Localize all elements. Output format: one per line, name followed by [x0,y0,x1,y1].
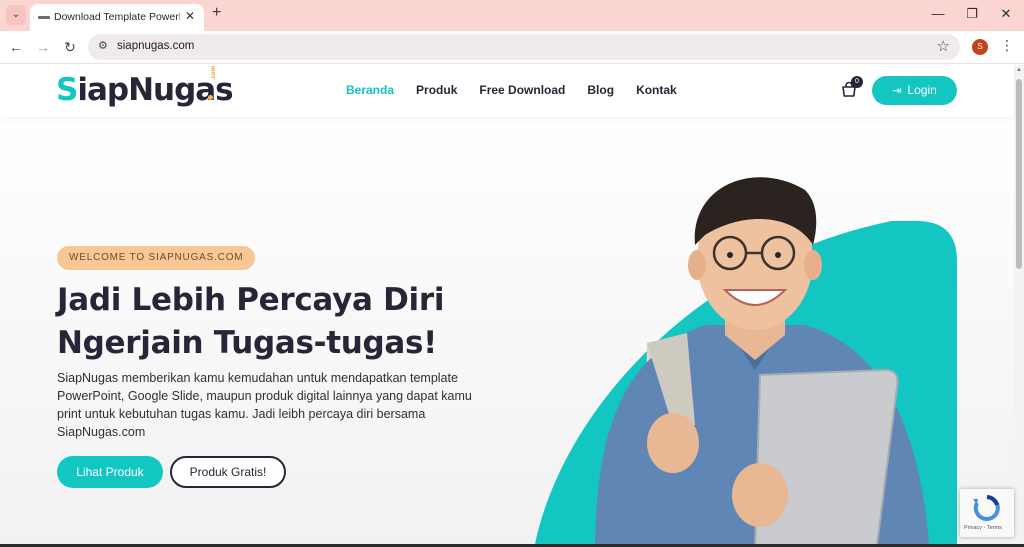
recaptcha-footer[interactable]: Privacy - Terms [964,525,1002,531]
restore-icon[interactable]: ❐ [962,6,982,22]
page-scrollbar[interactable]: ▲ [1014,65,1024,547]
main-nav: Beranda Produk Free Download Blog Kontak [346,83,699,97]
headline-line-2: Ngerjain Tugas-tugas! [57,325,438,361]
hero-description: SiapNugas memberikan kamu kemudahan untu… [57,371,472,439]
bookmark-star-icon[interactable]: ☆ [937,37,950,55]
login-icon: ⇥ [892,85,902,97]
nav-blog[interactable]: Blog [587,83,614,97]
view-products-button[interactable]: Lihat Produk [57,456,163,488]
minimize-icon[interactable]: — [928,6,948,21]
address-bar[interactable]: ⚙ siapnugas.com ☆ [88,34,960,60]
tab-search-chevron-icon[interactable]: ⌄ [6,5,26,25]
nav-produk[interactable]: Produk [416,83,457,97]
profile-avatar[interactable]: S [972,39,988,55]
browser-toolbar: ← → ↻ ⚙ siapnugas.com ☆ S ⋮ [0,31,1024,64]
recaptcha-logo-icon [973,495,1000,521]
nav-beranda[interactable]: Beranda [346,83,394,97]
url-text[interactable]: siapnugas.com [117,40,194,52]
browser-menu-icon[interactable]: ⋮ [1000,37,1014,54]
reload-icon[interactable]: ↻ [61,38,79,56]
free-products-button[interactable]: Produk Gratis! [170,456,286,488]
close-tab-icon[interactable]: ✕ [185,9,195,23]
hero-section: WELCOME TO SIAPNUGAS.COM Jadi Lebih Perc… [0,117,1014,547]
logo-suffix: .com [211,65,217,80]
favicon-icon [38,16,50,19]
scrollbar-thumb[interactable] [1016,79,1022,269]
recaptcha-badge[interactable]: Privacy - Terms [960,489,1014,537]
site-logo[interactable]: SiapNugas .com [56,66,234,110]
browser-tab[interactable]: Download Template PowerPoint ✕ [30,4,204,31]
cart-count-badge: 0 [851,76,863,88]
site-info-icon[interactable]: ⚙ [98,39,108,52]
login-label: Login [907,83,937,97]
close-window-icon[interactable]: ✕ [996,6,1016,22]
back-icon[interactable]: ← [7,38,25,56]
new-tab-icon[interactable]: + [212,4,221,22]
headline-line-1: Jadi Lebih Percaya Diri [57,282,445,318]
hero-student-image [595,177,930,547]
browser-tab-bar: ⌄ Download Template PowerPoint ✕ + — ❐ ✕ [0,0,1024,31]
logo-dot [208,95,213,100]
forward-icon[interactable]: → [34,38,52,56]
tab-title: Download Template PowerPoint [54,11,180,23]
logo-text: SiapNugas [56,72,234,108]
nav-kontak[interactable]: Kontak [636,83,677,97]
nav-free-download[interactable]: Free Download [479,83,565,97]
welcome-badge: WELCOME TO SIAPNUGAS.COM [57,246,256,270]
hero-headline: Jadi Lebih Percaya Diri Ngerjain Tugas-t… [57,279,477,365]
site-header: SiapNugas .com Beranda Produk Free Downl… [0,65,1014,117]
login-button[interactable]: ⇥ Login [872,76,957,105]
scroll-up-arrow-icon[interactable]: ▲ [1016,67,1022,73]
